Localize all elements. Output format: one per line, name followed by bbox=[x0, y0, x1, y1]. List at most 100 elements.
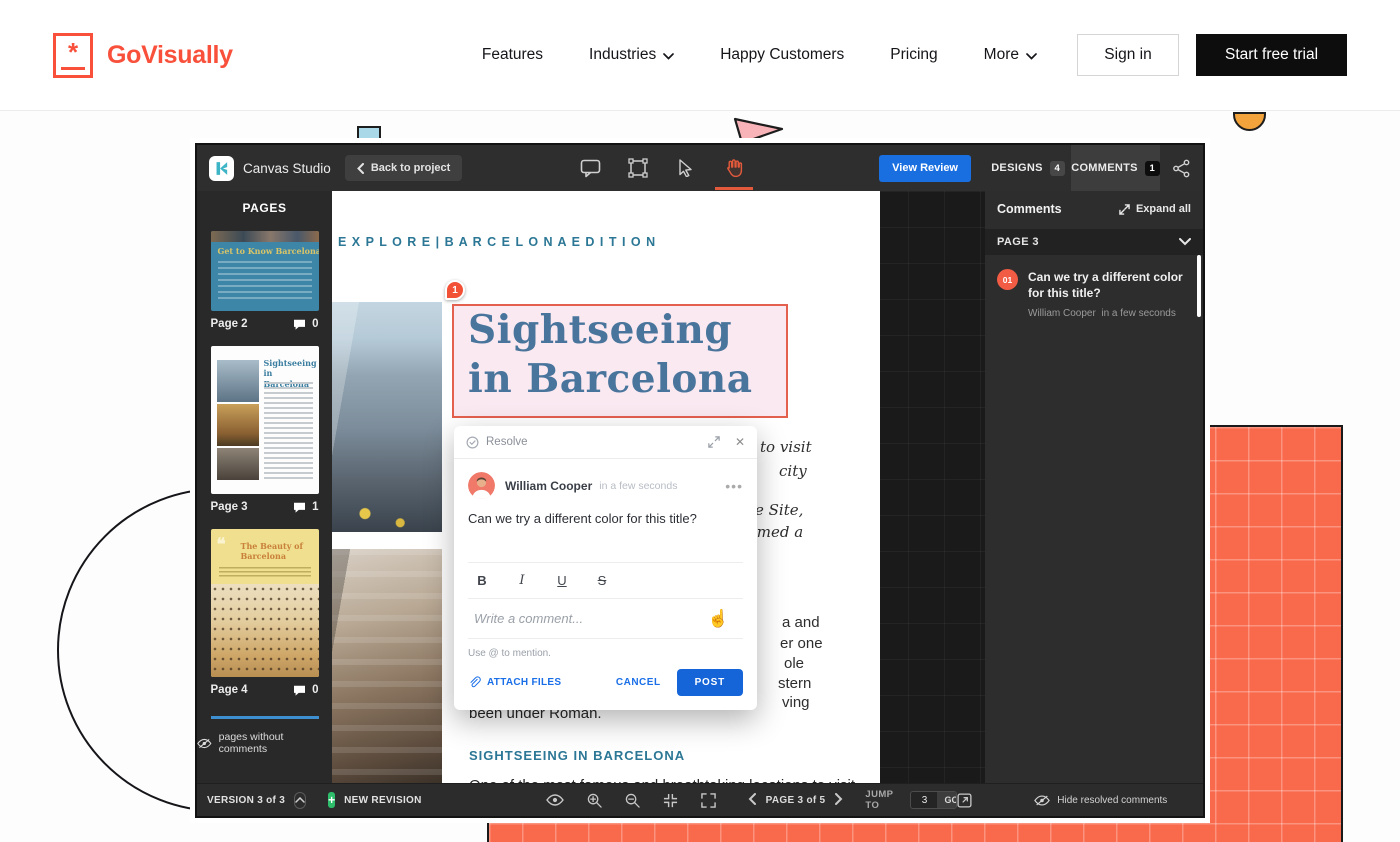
doc-text-fragment: e Site, bbox=[755, 501, 803, 519]
zoom-in-icon[interactable] bbox=[587, 793, 602, 808]
bold-button[interactable]: B bbox=[474, 573, 490, 588]
hand-cursor-icon: ☝ bbox=[708, 609, 729, 629]
doc-text-fragment: lmed a bbox=[752, 523, 803, 541]
view-review-button[interactable]: View Review bbox=[879, 155, 971, 182]
italic-button[interactable]: I bbox=[514, 573, 530, 588]
start-free-trial-button[interactable]: Start free trial bbox=[1196, 34, 1347, 76]
panel-scrollbar[interactable] bbox=[1197, 255, 1201, 317]
format-toolbar: B I U S bbox=[468, 563, 743, 599]
open-external-icon[interactable] bbox=[957, 793, 972, 808]
nav-link-happy-customers[interactable]: Happy Customers bbox=[720, 46, 844, 64]
comment-input[interactable] bbox=[474, 611, 708, 626]
cancel-button[interactable]: CANCEL bbox=[616, 677, 661, 688]
jump-to-input[interactable] bbox=[911, 795, 937, 806]
page-2-thumbnail[interactable]: Get to Know Barcelona bbox=[211, 231, 319, 311]
doc-text-fragment: a and bbox=[782, 614, 820, 631]
version-collapse-button[interactable] bbox=[294, 792, 306, 809]
fullscreen-icon[interactable] bbox=[701, 793, 716, 808]
new-revision-plus-button[interactable]: + bbox=[328, 792, 335, 808]
doc-text-fragment: city bbox=[779, 462, 807, 480]
pages-title: PAGES bbox=[197, 201, 332, 215]
strikethrough-button[interactable]: S bbox=[594, 573, 610, 588]
title-highlight-annotation[interactable]: Sightseeingin Barcelona bbox=[452, 304, 788, 418]
comment-text: Can we try a different color for this ti… bbox=[468, 511, 743, 526]
hand-tool-icon-active[interactable] bbox=[723, 157, 745, 179]
nav-link-industries[interactable]: Industries bbox=[589, 45, 674, 65]
comment-list-item[interactable]: 01 Can we try a different color for this… bbox=[985, 255, 1203, 335]
brand-logo[interactable]: * GoVisually bbox=[53, 33, 233, 78]
expand-popup-icon[interactable] bbox=[708, 436, 720, 448]
doc-text-fragment: ole bbox=[784, 655, 804, 672]
page-4-label-row: Page 4 0 bbox=[211, 684, 319, 696]
hide-resolved-comments-toggle[interactable]: Hide resolved comments bbox=[1034, 795, 1167, 806]
pages-without-comments-toggle[interactable]: pages without comments bbox=[197, 731, 332, 755]
version-label: VERSION 3 of 3 bbox=[207, 795, 285, 806]
paperclip-icon bbox=[468, 676, 481, 690]
expand-all-icon bbox=[1119, 204, 1130, 215]
comment-options-icon[interactable]: ••• bbox=[725, 478, 743, 494]
eye-off-icon bbox=[197, 738, 212, 749]
page-3-section-header[interactable]: PAGE 3 bbox=[985, 229, 1203, 255]
design-canvas[interactable]: E X P L O R E | B A R C E L O N A E D I … bbox=[332, 191, 985, 783]
sign-in-button[interactable]: Sign in bbox=[1077, 34, 1179, 76]
tab-comments-active[interactable]: COMMENTS 1 bbox=[1071, 145, 1160, 191]
next-page-button[interactable] bbox=[835, 793, 843, 808]
comment-bubble-icon bbox=[293, 502, 306, 513]
page-3-thumbnail[interactable]: Sightseeingin Barcelona bbox=[211, 346, 319, 494]
page-2-label: Page 2 bbox=[211, 318, 248, 330]
jump-go-button[interactable]: GO bbox=[937, 792, 957, 808]
doc-text-fragment: stern bbox=[778, 675, 811, 692]
attach-files-button[interactable]: ATTACH FILES bbox=[468, 676, 561, 690]
fit-to-screen-icon[interactable] bbox=[663, 793, 678, 808]
app-header: Canvas Studio Back to project V bbox=[197, 145, 1203, 191]
expand-all-button[interactable]: Expand all bbox=[1119, 203, 1191, 215]
comment-tool-icon[interactable] bbox=[579, 157, 601, 179]
decorative-amber-halfdisc bbox=[1233, 112, 1266, 131]
page-2-comment-count[interactable]: 0 bbox=[293, 318, 318, 330]
share-icon bbox=[1172, 159, 1191, 178]
comment-timestamp: in a few seconds bbox=[599, 480, 677, 492]
jump-to-label: JUMP TO bbox=[865, 789, 902, 811]
transform-tool-icon[interactable] bbox=[627, 157, 649, 179]
sidebar-divider bbox=[211, 716, 319, 719]
preview-eye-icon[interactable] bbox=[546, 794, 564, 806]
back-to-project-button[interactable]: Back to project bbox=[345, 155, 462, 181]
page-4-comment-count[interactable]: 0 bbox=[293, 684, 318, 696]
chevron-down-icon bbox=[663, 47, 674, 65]
zoom-out-icon[interactable] bbox=[625, 793, 640, 808]
comment-item-text: Can we try a different color for this ti… bbox=[1028, 269, 1186, 321]
comments-panel-title: Comments bbox=[997, 202, 1062, 216]
page-3-label: Page 3 bbox=[211, 501, 248, 513]
nav-link-features[interactable]: Features bbox=[482, 46, 543, 64]
tab-designs[interactable]: DESIGNS 4 bbox=[985, 145, 1071, 191]
comment-pin-1[interactable]: 1 bbox=[445, 280, 465, 300]
eye-off-icon bbox=[1034, 795, 1050, 806]
chevron-down-icon bbox=[1026, 47, 1037, 65]
new-revision-label: NEW REVISION bbox=[344, 795, 422, 806]
nav-link-more[interactable]: More bbox=[984, 45, 1037, 65]
post-button[interactable]: POST bbox=[677, 669, 743, 696]
page-indicator: PAGE 3 of 5 bbox=[766, 795, 826, 806]
prev-page-button[interactable] bbox=[748, 793, 756, 808]
underline-button[interactable]: U bbox=[554, 573, 570, 588]
nav-links: Features Industries Happy Customers Pric… bbox=[482, 45, 1037, 65]
comments-panel: Comments Expand all PAGE 3 01 Can we try… bbox=[985, 191, 1203, 783]
brand-logo-icon: * bbox=[53, 33, 93, 78]
nav-link-pricing[interactable]: Pricing bbox=[890, 46, 937, 64]
site-navbar: * GoVisually Features Industries Happy C… bbox=[0, 0, 1400, 111]
page-3-comment-count[interactable]: 1 bbox=[293, 501, 318, 513]
chevron-left-icon bbox=[357, 163, 364, 174]
share-button[interactable] bbox=[1160, 145, 1203, 191]
resolve-button[interactable]: Resolve bbox=[466, 436, 528, 449]
comment-bubble-icon bbox=[293, 685, 306, 696]
close-popup-icon[interactable]: ✕ bbox=[735, 435, 745, 449]
cursor-tool-icon[interactable] bbox=[675, 157, 697, 179]
page-2-label-row: Page 2 0 bbox=[211, 318, 319, 330]
mention-hint: Use @ to mention. bbox=[468, 648, 743, 659]
comment-number-badge: 01 bbox=[997, 269, 1018, 290]
comment-author: William Cooper bbox=[505, 479, 592, 493]
jump-to-box: GO bbox=[910, 791, 957, 809]
page-3-label-row: Page 3 1 bbox=[211, 501, 319, 513]
comment-composer: B I U S ☝ Use @ to mention. bbox=[468, 562, 743, 698]
page-4-thumbnail[interactable]: ❝ The Beauty ofBarcelona bbox=[211, 529, 319, 677]
